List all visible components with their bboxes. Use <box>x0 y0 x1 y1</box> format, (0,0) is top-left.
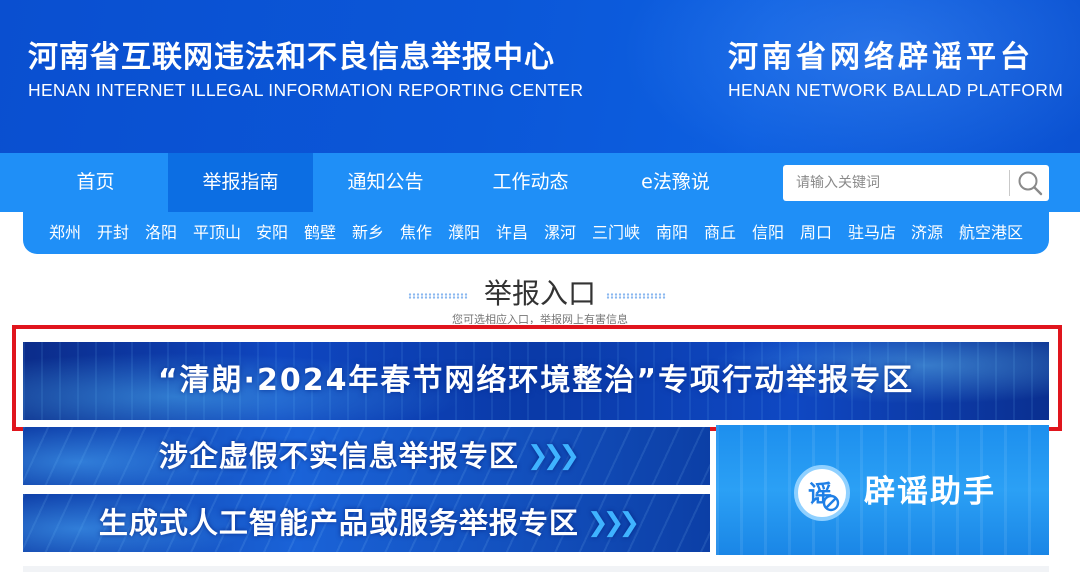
city-link[interactable]: 洛阳 <box>145 212 177 254</box>
city-link[interactable]: 濮阳 <box>448 212 480 254</box>
search-box <box>783 165 1049 201</box>
fake-info-report-banner[interactable]: 涉企虚假不实信息举报专区 ❯❯❯ <box>23 427 710 485</box>
site-logo-left[interactable]: 河南省互联网违法和不良信息举报中心 HENAN INTERNET ILLEGAL… <box>28 40 583 101</box>
rumor-helper-banner[interactable]: 谣 辟谣助手 <box>716 425 1049 555</box>
city-link[interactable]: 航空港区 <box>959 212 1023 254</box>
city-link[interactable]: 商丘 <box>704 212 736 254</box>
nav-item-home[interactable]: 首页 <box>23 153 168 212</box>
site-header: 河南省互联网违法和不良信息举报中心 HENAN INTERNET ILLEGAL… <box>0 0 1080 153</box>
city-link[interactable]: 安阳 <box>256 212 288 254</box>
rumor-helper-label: 辟谣助手 <box>864 474 996 510</box>
search-input[interactable] <box>783 165 1009 201</box>
nav-item-e-law[interactable]: e法豫说 <box>603 153 748 212</box>
site-title-en: HENAN INTERNET ILLEGAL INFORMATION REPOR… <box>28 80 584 100</box>
title-decoration-left <box>408 293 468 299</box>
banner-title: 生成式人工智能产品或服务举报专区 <box>98 506 579 540</box>
highlight-frame <box>12 325 1062 431</box>
content-divider <box>23 566 1049 572</box>
nav-item-report-guide[interactable]: 举报指南 <box>168 153 313 212</box>
section-header: 举报入口 <box>0 276 1080 312</box>
city-link[interactable]: 驻马店 <box>848 212 896 254</box>
site-title-cn: 河南省互联网违法和不良信息举报中心 <box>28 40 555 75</box>
city-link[interactable]: 鹤壁 <box>304 212 336 254</box>
search-divider <box>1009 170 1010 196</box>
city-link[interactable]: 信阳 <box>752 212 784 254</box>
platform-title-en: HENAN NETWORK BALLAD PLATFORM <box>728 80 1064 100</box>
section-title: 举报入口 <box>483 277 596 310</box>
city-link[interactable]: 周口 <box>800 212 832 254</box>
main-nav: 首页 举报指南 通知公告 工作动态 e法豫说 <box>0 153 1080 212</box>
platform-title-cn: 河南省网络辟谣平台 <box>728 40 1034 75</box>
nav-item-notices[interactable]: 通知公告 <box>313 153 458 212</box>
banner-title: 涉企虚假不实信息举报专区 <box>158 439 519 473</box>
city-link[interactable]: 焦作 <box>400 212 432 254</box>
city-link[interactable]: 许昌 <box>496 212 528 254</box>
city-link[interactable]: 济源 <box>911 212 943 254</box>
city-link[interactable]: 漯河 <box>544 212 576 254</box>
search-button[interactable] <box>1011 165 1049 201</box>
city-link[interactable]: 郑州 <box>49 212 81 254</box>
banner-title-wrap: 生成式人工智能产品或服务举报专区 ❯❯❯ <box>23 494 710 552</box>
city-link[interactable]: 南阳 <box>656 212 688 254</box>
rumor-badge-icon: 谣 <box>794 465 850 521</box>
section-subtitle: 您可选相应入口，举报网上有害信息 <box>452 313 628 324</box>
city-bar: 郑州 开封 洛阳 平顶山 安阳 鹤壁 新乡 焦作 濮阳 许昌 漯河 三门峡 南阳… <box>23 212 1049 254</box>
search-icon <box>1018 171 1043 196</box>
site-logo-right[interactable]: 河南省网络辟谣平台 HENAN NETWORK BALLAD PLATFORM <box>728 40 1063 101</box>
double-chevron-icon: ❯❯❯ <box>586 508 640 538</box>
city-link[interactable]: 三门峡 <box>592 212 640 254</box>
banner-title-wrap: 涉企虚假不实信息举报专区 ❯❯❯ <box>23 427 710 485</box>
nav-item-work-news[interactable]: 工作动态 <box>458 153 603 212</box>
city-link[interactable]: 平顶山 <box>193 212 241 254</box>
double-chevron-icon: ❯❯❯ <box>526 441 580 471</box>
ai-service-report-banner[interactable]: 生成式人工智能产品或服务举报专区 ❯❯❯ <box>23 494 710 552</box>
city-link[interactable]: 新乡 <box>352 212 384 254</box>
city-link[interactable]: 开封 <box>97 212 129 254</box>
no-rumor-icon: 谣 <box>808 480 840 512</box>
title-decoration-right <box>606 293 666 299</box>
